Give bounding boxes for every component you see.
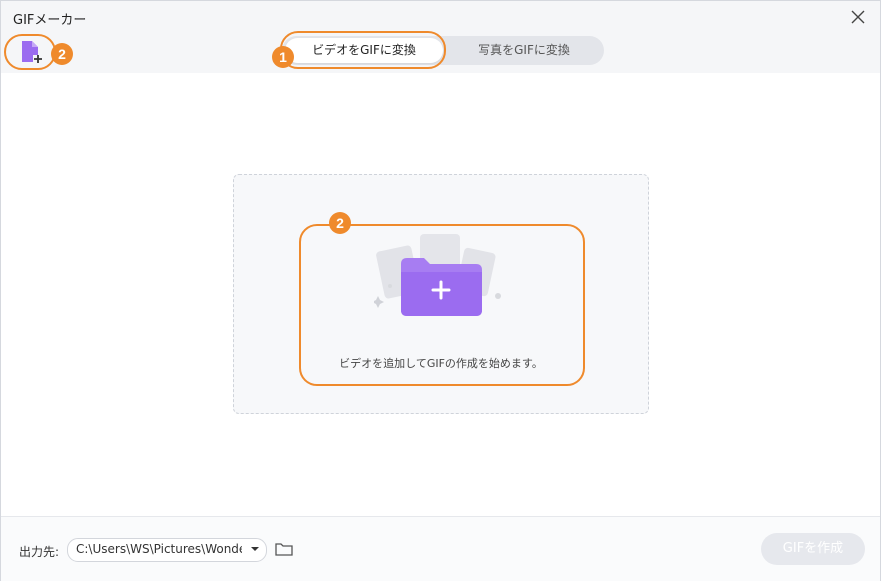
window-title: GIFメーカー: [13, 13, 87, 28]
annotation-badge-2-add-file: 2: [51, 43, 73, 65]
tab-photo-to-gif[interactable]: 写真をGIFに変換: [447, 38, 601, 63]
annotation-badge-2-drop-zone: 2: [329, 212, 351, 234]
folder-icon: [275, 543, 293, 556]
open-folder-button[interactable]: [275, 541, 293, 557]
chevron-down-icon: [251, 547, 259, 551]
annotation-highlight-add-file: [4, 34, 56, 70]
close-icon: [851, 10, 865, 24]
output-path-select[interactable]: C:\Users\WS\Pictures\Wondershare: [67, 538, 267, 562]
output-label: 出力先:: [19, 545, 60, 559]
annotation-highlight-tab: [280, 31, 446, 69]
create-gif-button[interactable]: GIFを作成: [761, 533, 865, 565]
footer-bar: 出力先: C:\Users\WS\Pictures\Wondershare GI…: [1, 516, 880, 581]
annotation-highlight-drop-zone: [299, 224, 585, 386]
close-button[interactable]: [848, 7, 868, 27]
annotation-badge-1: 1: [272, 46, 294, 68]
output-path-value: C:\Users\WS\Pictures\Wondershare: [76, 542, 242, 556]
